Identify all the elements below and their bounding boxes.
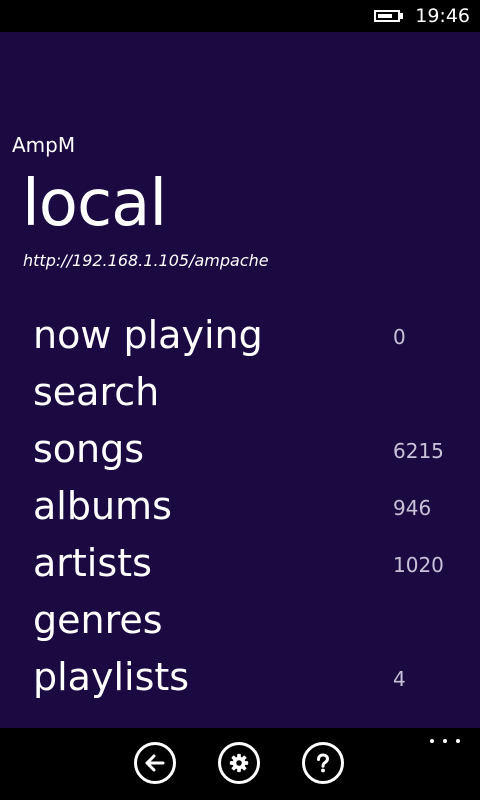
menu-item-label: songs (33, 427, 145, 471)
menu-item-count: 946 (393, 496, 432, 520)
menu-item-artists[interactable]: artists 1020 (0, 536, 480, 593)
app-title: AmpM (12, 133, 76, 157)
menu-item-label: artists (33, 541, 152, 585)
back-button[interactable] (134, 742, 176, 784)
menu-item-count: 6215 (393, 439, 444, 463)
main-panel: AmpM local http://192.168.1.105/ampache … (0, 32, 480, 728)
menu-item-label: now playing (33, 313, 263, 357)
back-arrow-icon (145, 754, 165, 772)
app-bar (0, 728, 480, 800)
menu-item-count: 4 (393, 667, 406, 691)
menu-item-albums[interactable]: albums 946 (0, 479, 480, 536)
menu-item-songs[interactable]: songs 6215 (0, 422, 480, 479)
settings-gear-icon (229, 753, 249, 773)
menu-item-count: 1020 (393, 553, 444, 577)
battery-tip (400, 13, 403, 19)
battery-fill (378, 14, 392, 18)
menu-item-playlists[interactable]: playlists 4 (0, 650, 480, 707)
battery-icon (374, 10, 400, 22)
menu-item-count: 0 (393, 325, 406, 349)
dot (430, 739, 434, 743)
page-title: local (22, 167, 167, 241)
more-ellipsis-icon[interactable] (430, 739, 460, 749)
menu-item-genres[interactable]: genres (0, 593, 480, 650)
dot (443, 739, 447, 743)
status-clock: 19:46 (415, 5, 470, 27)
help-button[interactable] (302, 742, 344, 784)
help-question-icon (317, 753, 330, 773)
server-url: http://192.168.1.105/ampache (23, 251, 269, 270)
menu-item-search[interactable]: search (0, 365, 480, 422)
menu-item-label: albums (33, 484, 172, 528)
menu-item-label: playlists (33, 655, 190, 699)
menu-item-label: search (33, 370, 160, 414)
menu-item-now-playing[interactable]: now playing 0 (0, 308, 480, 365)
dot (456, 739, 460, 743)
menu-list: now playing 0 search songs 6215 albums 9… (0, 308, 480, 707)
status-bar: 19:46 (0, 0, 480, 32)
settings-button[interactable] (218, 742, 260, 784)
menu-item-label: genres (33, 598, 163, 642)
